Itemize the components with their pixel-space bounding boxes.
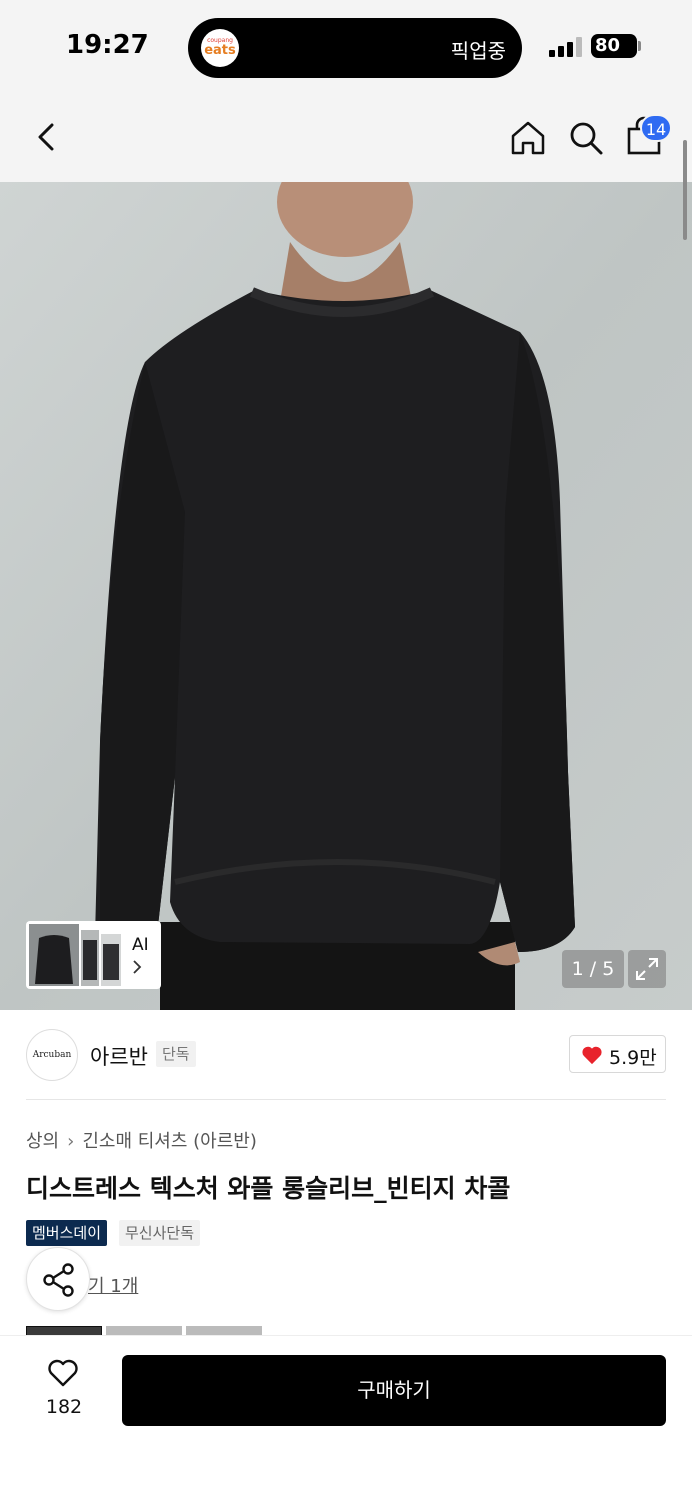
breadcrumb: 상의 › 긴소매 티셔츠 (아르반) [26, 1127, 257, 1153]
brand-like-button[interactable]: 5.9만 [569, 1035, 666, 1073]
wish-count: 182 [45, 1396, 83, 1418]
expand-icon[interactable] [628, 950, 666, 988]
similar-items-thumbnails [29, 924, 121, 986]
scrollbar[interactable] [683, 140, 687, 240]
product-image-carousel[interactable]: AI 1 / 5 [0, 182, 692, 1010]
battery-level: 80 [595, 35, 621, 56]
ai-similar-items-card[interactable]: AI [26, 921, 161, 989]
coupang-eats-logo: coupang eats [201, 29, 239, 67]
ai-label: AI [132, 935, 149, 955]
nav-bar [0, 96, 692, 182]
back-icon[interactable] [30, 120, 64, 154]
breadcrumb-subcategory[interactable]: 긴소매 티셔츠 (아르반) [82, 1131, 257, 1152]
cart-count-badge: 14 [640, 114, 672, 142]
review-count-link[interactable]: 기 1개 [88, 1272, 138, 1298]
heart-filled-icon [582, 1046, 602, 1065]
logo-big-text: eats [204, 43, 236, 58]
image-page-indicator: 1 / 5 [562, 950, 624, 988]
membersday-tag: 멤버스데이 [26, 1220, 108, 1246]
share-icon [43, 1263, 74, 1297]
brand-like-count: 5.9만 [609, 1047, 657, 1069]
battery-tip [638, 41, 641, 51]
product-title: 디스트레스 텍스처 와플 롱슬리브_빈티지 차콜 [26, 1174, 511, 1203]
status-time: 19:27 [66, 30, 149, 60]
dynamic-island[interactable]: coupang eats 픽업중 [188, 18, 522, 78]
search-icon[interactable] [566, 118, 606, 158]
breadcrumb-category[interactable]: 상의 [26, 1131, 59, 1152]
brand-logo[interactable]: Arcuban [26, 1029, 78, 1081]
home-icon[interactable] [508, 118, 548, 158]
buy-button[interactable]: 구매하기 [122, 1355, 666, 1426]
divider [26, 1099, 666, 1100]
share-button[interactable] [26, 1247, 90, 1311]
live-activity-status: 픽업중 [450, 39, 506, 63]
brand-name[interactable]: 아르반 [90, 1041, 148, 1071]
brand-exclusive-tag: 단독 [156, 1041, 196, 1067]
battery-icon: 80 [591, 34, 637, 58]
cellular-signal-icon [549, 37, 583, 57]
product-photo [0, 182, 692, 1010]
status-bar: 19:27 coupang eats 픽업중 80 [0, 0, 692, 96]
heart-outline-icon[interactable] [46, 1358, 80, 1388]
musinsa-exclusive-tag: 무신사단독 [119, 1220, 201, 1246]
chevron-right-icon [133, 960, 142, 974]
chevron-right-icon: › [67, 1131, 75, 1152]
